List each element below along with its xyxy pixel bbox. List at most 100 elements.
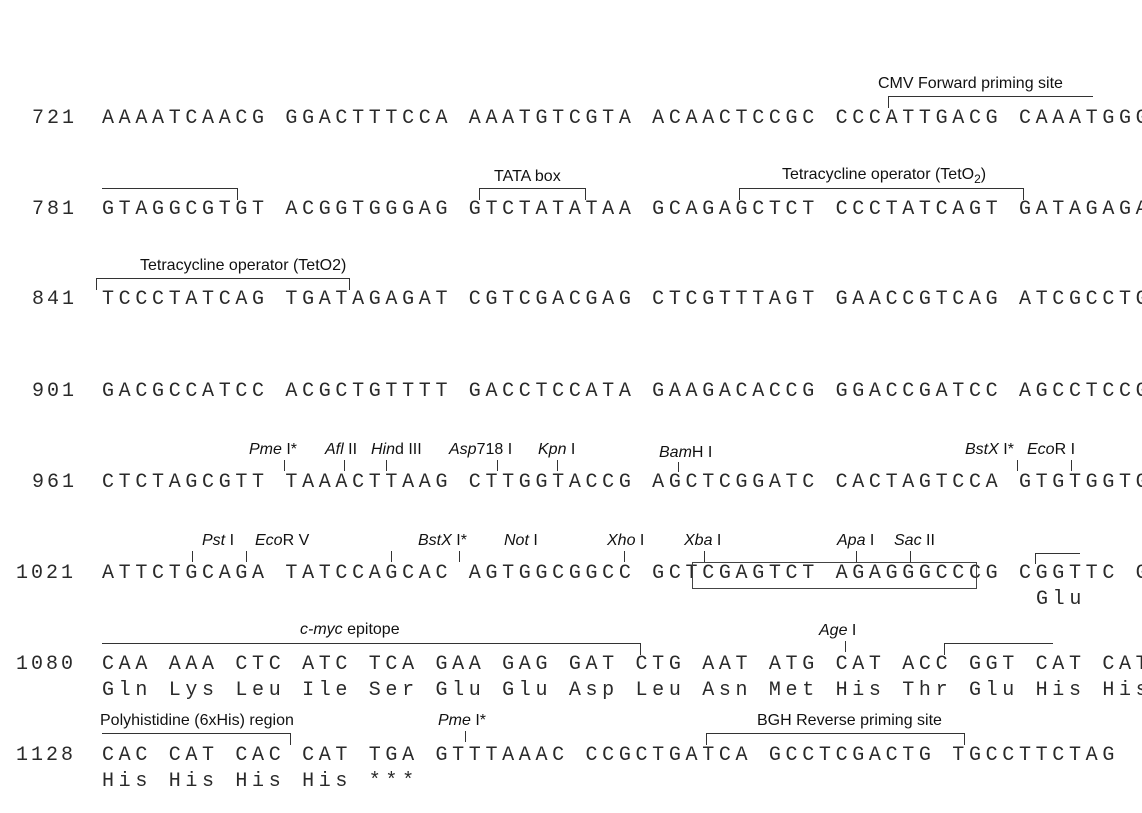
site-suffix: I: [528, 532, 538, 549]
site-name: Kpn: [538, 441, 567, 458]
site-name: Pst: [202, 532, 226, 549]
site-suffix: I*: [451, 532, 467, 549]
site-suffix: I: [635, 532, 645, 549]
site-bstx-i: BstX I*: [965, 441, 1014, 459]
cmv-forward-bracket-tick: [888, 96, 889, 108]
site-name: Eco: [255, 532, 283, 549]
line-number: 1080: [16, 653, 77, 676]
site-afl-ii: Afl II: [325, 441, 357, 459]
site-name: Hin: [371, 441, 396, 458]
site-name: Pme: [249, 441, 282, 458]
polyhis-bracket-start: [944, 643, 1053, 644]
cmv-forward-bracket: [888, 96, 1093, 97]
tet-operator-bracket-2-start: [96, 278, 97, 290]
site-tick: [856, 551, 857, 562]
line-number: 1128: [16, 744, 77, 767]
site-tick: [192, 551, 193, 562]
dna-sequence-line: TCCCTATCAG TGATAGAGAT CGTCGACGAG CTCGTTT…: [102, 288, 1142, 311]
cmv-forward-bracket-end: [237, 188, 238, 200]
site-tick: [344, 460, 345, 471]
polyhis-bracket-end: [290, 733, 291, 745]
site-tick: [465, 731, 466, 742]
line-number: 1021: [16, 562, 77, 585]
dna-sequence-line: ATTCTGCAGA TATCCAGCAC AGTGGCGGCC GCTCGAG…: [102, 562, 1142, 585]
site-suffix: I: [566, 441, 576, 458]
site-suffix: II: [343, 441, 358, 458]
site-hind-iii: Hind III: [371, 441, 422, 459]
site-ecor-i: EcoR I: [1027, 441, 1075, 459]
dna-sequence-line: CAC CAT CAC CAT TGA GTTTAAAC CCGCTGATCA …: [102, 744, 1119, 767]
site-name: Eco: [1027, 441, 1055, 458]
site-ecor-v: EcoR V: [255, 532, 309, 550]
site-asp718-i: Asp718 I: [449, 441, 512, 459]
tet-operator-bracket-2: [96, 278, 350, 279]
dna-sequence-line: AAAATCAACG GGACTTTCCA AAATGTCGTA ACAACTC…: [102, 107, 1142, 130]
line-number: 841: [32, 288, 78, 311]
amino-acid-line: Gln Lys Leu Ile Ser Glu Glu Asp Leu Asn …: [102, 679, 1142, 702]
site-suffix: H I: [691, 444, 713, 461]
tet-operator-bracket-end: [1023, 188, 1024, 200]
site-suffix: R V: [282, 532, 310, 549]
cmyc-bracket-end: [640, 643, 641, 655]
site-sac-ii: Sac II: [894, 532, 935, 550]
site-tick: [459, 551, 460, 562]
site-tick: [1017, 460, 1018, 471]
site-tick: [704, 551, 705, 562]
site-tick: [1071, 460, 1072, 471]
tet-operator-label: Tetracycline operator (TetO2): [782, 166, 986, 188]
bgh-reverse-bracket: [706, 733, 965, 734]
site-bstx-i-2: BstX I*: [418, 532, 467, 550]
multiple-cloning-box: [692, 562, 977, 589]
site-tick: [845, 641, 846, 652]
amino-acid-line: His His His His ***: [102, 770, 419, 793]
site-name: Apa: [837, 532, 866, 549]
bgh-reverse-label: BGH Reverse priming site: [757, 712, 942, 729]
bgh-reverse-bracket-end: [964, 733, 965, 745]
dna-sequence-line: GACGCCATCC ACGCTGTTTT GACCTCCATA GAAGACA…: [102, 380, 1142, 403]
tet-operator-bracket: [739, 188, 1024, 189]
tet-operator-paren: ): [980, 166, 987, 183]
site-tick: [246, 551, 247, 562]
cmyc-rest: epitope: [342, 621, 400, 638]
site-suffix: I: [712, 532, 722, 549]
site-suffix: II: [921, 532, 935, 549]
tata-box-label: TATA box: [494, 168, 561, 185]
site-name: Xba: [684, 532, 713, 549]
tata-box-bracket-start: [479, 188, 480, 200]
site-name: Xho: [607, 532, 636, 549]
site-name: Not: [504, 532, 529, 549]
line-number: 781: [32, 198, 78, 221]
site-pme-i: Pme I*: [249, 441, 297, 459]
site-suffix: I*: [470, 712, 487, 729]
site-pst-i: Pst I: [202, 532, 234, 550]
site-name: Sac: [894, 532, 922, 549]
site-name: BstX: [418, 532, 452, 549]
reading-frame-bracket: [1035, 553, 1080, 554]
site-name: BstX: [965, 441, 999, 458]
polyhis-bracket-start-tick: [944, 643, 945, 655]
site-age-i: Age I: [819, 622, 856, 640]
site-tick: [391, 551, 392, 562]
site-name: Bam: [659, 444, 692, 461]
site-xho-i: Xho I: [607, 532, 644, 550]
site-tick: [557, 460, 558, 471]
site-suffix: R I: [1054, 441, 1076, 458]
polyhis-region-label: Polyhistidine (6xHis) region: [100, 712, 294, 729]
line-number: 721: [32, 107, 78, 130]
site-name: Pme: [438, 712, 471, 729]
dna-sequence-line: GTAGGCGTGT ACGGTGGGAG GTCTATATAA GCAGAGC…: [102, 198, 1142, 221]
cmv-forward-priming-site-label: CMV Forward priming site: [878, 75, 1063, 92]
tata-box-bracket-end: [585, 188, 586, 200]
line-number: 961: [32, 471, 78, 494]
site-tick: [678, 462, 679, 472]
site-tick: [386, 460, 387, 471]
site-suffix: I: [225, 532, 235, 549]
bgh-reverse-bracket-start: [706, 733, 707, 745]
site-suffix: 718 I: [476, 441, 513, 458]
tet-operator-text: Tetracycline operator (TetO: [782, 166, 975, 183]
site-suffix: d III: [395, 441, 422, 458]
site-tick: [497, 460, 498, 471]
tet-operator-label-2: Tetracycline operator (TetO2): [140, 257, 347, 274]
cmv-forward-bracket-cont: [102, 188, 238, 189]
tet-operator-bracket-start: [739, 188, 740, 200]
